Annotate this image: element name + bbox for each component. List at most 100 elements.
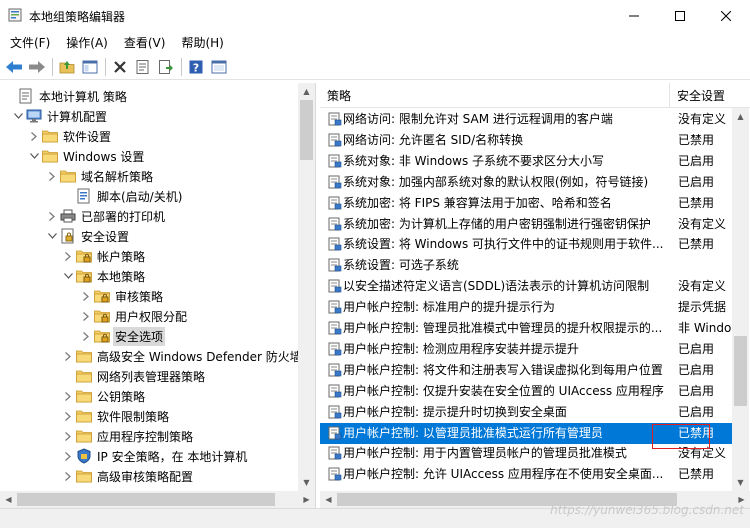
- tree-item[interactable]: 软件设置: [28, 126, 113, 146]
- chevron-right-icon[interactable]: [80, 286, 92, 306]
- policy-row[interactable]: 用户帐户控制: 仅提升安装在安全位置的 UIAccess 应用程序 已启用: [320, 381, 732, 402]
- chevron-right-icon[interactable]: [62, 246, 74, 266]
- forward-button[interactable]: [26, 56, 48, 78]
- chevron-right-icon[interactable]: [62, 426, 74, 446]
- policy-setting-value: 已启用: [678, 174, 715, 189]
- minimize-button[interactable]: [611, 0, 657, 31]
- export-button[interactable]: [155, 56, 177, 78]
- policy-name: 系统加密: 将 FIPS 兼容算法用于加密、哈希和签名: [343, 195, 612, 210]
- menu-action[interactable]: 操作(A): [59, 31, 115, 55]
- back-button[interactable]: [3, 56, 25, 78]
- tree-vertical-scrollbar[interactable]: ▲ ▼: [298, 83, 315, 491]
- chevron-right-icon[interactable]: [80, 306, 92, 326]
- close-button[interactable]: [703, 0, 749, 31]
- tree-pane[interactable]: 本地计算机 策略计算机配置软件设置 Windows 设置域名解析策略脚本(启动/关…: [0, 83, 316, 508]
- policy-row[interactable]: 系统设置: 可选子系统: [320, 255, 732, 276]
- policy-row[interactable]: 网络访问: 限制允许对 SAM 进行远程调用的客户端 没有定义: [320, 109, 732, 130]
- properties-button[interactable]: [132, 56, 154, 78]
- chevron-right-icon[interactable]: [62, 406, 74, 426]
- policy-row[interactable]: 用户帐户控制: 提示提升时切换到安全桌面 已启用: [320, 402, 732, 423]
- list-vertical-scrollbar[interactable]: ▲ ▼: [732, 108, 749, 491]
- policy-row[interactable]: 系统加密: 为计算机上存储的用户密钥强制进行强密钥保护 没有定义: [320, 214, 732, 235]
- tree-item[interactable]: 安全选项: [80, 326, 166, 346]
- chevron-right-icon[interactable]: [80, 326, 92, 346]
- tree-item[interactable]: 计算机配置: [12, 106, 109, 126]
- console-button[interactable]: [208, 56, 230, 78]
- tree-item[interactable]: 已部署的打印机: [46, 206, 167, 226]
- policy-row[interactable]: 系统对象: 加强内部系统对象的默认权限(例如，符号链接) 已启用: [320, 172, 732, 193]
- tree-item[interactable]: Windows 设置: [28, 146, 146, 166]
- tree-item[interactable]: 审核策略: [80, 286, 165, 306]
- scroll-left-icon[interactable]: ◀: [320, 491, 337, 508]
- policy-row[interactable]: 系统设置: 将 Windows 可执行文件中的证书规则用于软件... 已禁用: [320, 234, 732, 255]
- scroll-up-icon[interactable]: ▲: [298, 83, 315, 100]
- chevron-right-icon[interactable]: [62, 346, 74, 366]
- up-folder-button[interactable]: [56, 56, 78, 78]
- scroll-left-icon[interactable]: ◀: [0, 491, 17, 508]
- scroll-down-icon[interactable]: ▼: [732, 474, 749, 491]
- tree-item[interactable]: 帐户策略: [62, 246, 147, 266]
- policy-row[interactable]: 用户帐户控制: 检测应用程序安装并提示提升 已启用: [320, 339, 732, 360]
- policy-row[interactable]: 用户帐户控制: 管理员批准模式中管理员的提升权限提示的... 非 Windows: [320, 318, 738, 339]
- chevron-right-icon[interactable]: [62, 386, 74, 406]
- chevron-down-icon[interactable]: [62, 266, 74, 286]
- policy-row[interactable]: 网络访问: 允许匿名 SID/名称转换 已禁用: [320, 130, 732, 151]
- tree-item[interactable]: 安全设置: [46, 226, 131, 246]
- menu-help[interactable]: 帮助(H): [174, 31, 230, 55]
- tree-item[interactable]: 用户权限分配: [80, 306, 189, 326]
- policy-name: 网络访问: 限制允许对 SAM 进行远程调用的客户端: [343, 112, 613, 126]
- tree-item[interactable]: 域名解析策略: [46, 166, 155, 186]
- chevron-right-icon[interactable]: [46, 206, 58, 226]
- chevron-right-icon[interactable]: [62, 446, 74, 466]
- tree-item[interactable]: 高级安全 Windows Defender 防火墙: [62, 346, 304, 366]
- policy-setting-icon: [328, 175, 342, 189]
- tree-item[interactable]: IP 安全策略，在 本地计算机: [62, 446, 249, 466]
- show-hide-tree-button[interactable]: [79, 56, 101, 78]
- chevron-right-icon[interactable]: [62, 466, 74, 486]
- tree-item-label: 本地计算机 策略: [39, 89, 127, 104]
- scroll-thumb[interactable]: [17, 493, 275, 506]
- tree-item-label: 高级审核策略配置: [97, 469, 194, 484]
- policy-row[interactable]: 系统加密: 将 FIPS 兼容算法用于加密、哈希和签名 已禁用: [320, 193, 732, 214]
- policy-row[interactable]: 系统对象: 非 Windows 子系统不要求区分大小写 已启用: [320, 151, 732, 172]
- policy-row[interactable]: 用户帐户控制: 标准用户的提升提示行为 提示凭据: [320, 297, 732, 318]
- menu-view[interactable]: 查看(V): [117, 31, 173, 55]
- scroll-right-icon[interactable]: ▶: [298, 491, 315, 508]
- scroll-down-icon[interactable]: ▼: [298, 474, 315, 491]
- column-header-security-setting[interactable]: 安全设置: [670, 83, 750, 108]
- tree-item[interactable]: 本地计算机 策略: [4, 86, 129, 106]
- chevron-down-icon[interactable]: [46, 226, 58, 246]
- tree-item[interactable]: 本地策略: [62, 266, 147, 286]
- chevron-down-icon[interactable]: [28, 146, 40, 166]
- help-button[interactable]: ?: [185, 56, 207, 78]
- tree-item-label: 公钥策略: [97, 389, 146, 404]
- policy-setting-value: 非 Windows: [678, 321, 738, 335]
- scroll-thumb[interactable]: [300, 100, 313, 160]
- chevron-right-icon[interactable]: [28, 126, 40, 146]
- policy-setting-icon: [328, 342, 342, 356]
- maximize-icon: [675, 10, 685, 21]
- delete-button[interactable]: [109, 56, 131, 78]
- chevron-down-icon[interactable]: [12, 106, 24, 126]
- folder-icon: [76, 368, 92, 384]
- policy-row[interactable]: 用户帐户控制: 允许 UIAccess 应用程序在不使用安全桌面... 已禁用: [320, 464, 732, 485]
- menu-file[interactable]: 文件(F): [3, 31, 57, 55]
- column-header-policy[interactable]: 策略: [320, 83, 670, 108]
- tree-horizontal-scrollbar[interactable]: ◀ ▶: [0, 491, 315, 508]
- policy-row[interactable]: 用户帐户控制: 将文件和注册表写入错误虚拟化到每用户位置 已启用: [320, 360, 732, 381]
- tree-item[interactable]: 脚本(启动/关机): [62, 186, 184, 206]
- tree-item[interactable]: 软件限制策略: [62, 406, 171, 426]
- policy-row[interactable]: 以安全描述符定义语言(SDDL)语法表示的计算机访问限制 没有定义: [320, 276, 732, 297]
- tree-item[interactable]: 公钥策略: [62, 386, 147, 406]
- tree-item-label: 计算机配置: [47, 109, 108, 124]
- maximize-button[interactable]: [657, 0, 703, 31]
- scroll-up-icon[interactable]: ▲: [732, 108, 749, 125]
- tree-item[interactable]: 应用程序控制策略: [62, 426, 195, 446]
- tree-item[interactable]: 网络列表管理器策略: [62, 366, 207, 386]
- tree-item[interactable]: 高级审核策略配置: [62, 466, 195, 486]
- chevron-right-icon[interactable]: [46, 166, 58, 186]
- tree-item-label: 域名解析策略: [81, 169, 154, 184]
- policy-setting-value: 没有定义: [678, 112, 727, 126]
- watermark: https://yunwei365.blog.csdn.net: [550, 503, 744, 517]
- scroll-thumb[interactable]: [734, 336, 747, 406]
